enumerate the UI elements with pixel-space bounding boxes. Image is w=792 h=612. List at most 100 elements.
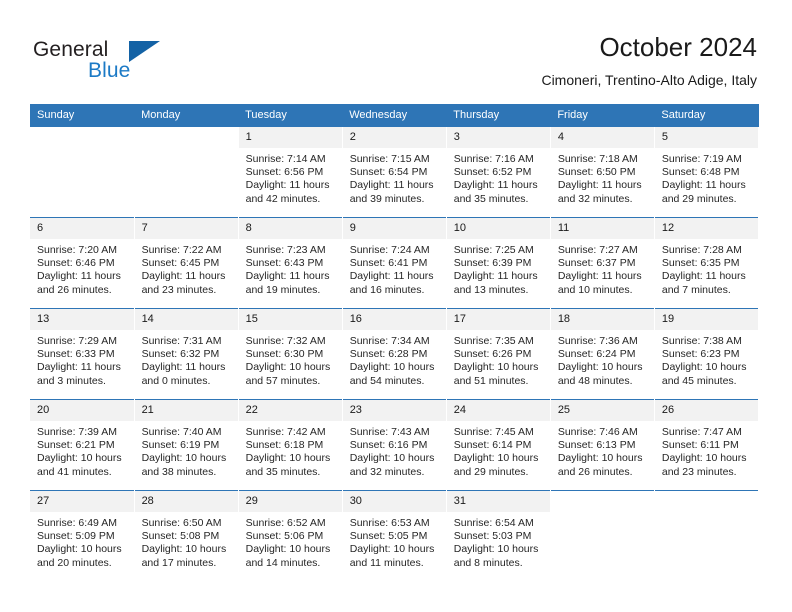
sunrise-text: Sunrise: 7:34 AM <box>349 335 430 347</box>
day-number: 14 <box>134 309 238 330</box>
calendar-day-cell[interactable]: 8 Sunrise: 7:23 AM Sunset: 6:43 PM Daylight… <box>238 217 343 309</box>
sunrise-text: Sunrise: 6:53 AM <box>349 517 430 529</box>
calendar-day-cell[interactable]: 15 Sunrise: 7:32 AM Sunset: 6:30 PM Dayligh… <box>238 308 343 400</box>
calendar-body: 1 Sunrise: 7:14 AM Sunset: 6:56 PM Daylight… <box>30 127 760 581</box>
day-cell-inner: 16 Sunrise: 7:34 AM Sunset: 6:28 PM Dayligh… <box>342 309 446 399</box>
daylight-text: Daylight: 10 hours <box>453 543 539 556</box>
daylight-text: and 23 minutes. <box>141 283 217 296</box>
calendar-day-cell[interactable]: 11 Sunrise: 7:27 AM Sunset: 6:37 PM Dayligh… <box>550 217 655 309</box>
day-details: Sunrise: 6:50 AM Sunset: 5:08 PM Daylight:… <box>135 512 238 570</box>
sunset-text: Sunset: 6:33 PM <box>37 348 115 361</box>
daylight-text: and 41 minutes. <box>37 465 112 478</box>
day-number: 19 <box>654 309 758 330</box>
day-details: Sunrise: 7:31 AM Sunset: 6:32 PM Daylight:… <box>135 330 238 388</box>
calendar-day-cell[interactable]: 6 Sunrise: 7:20 AM Sunset: 6:46 PM Daylight… <box>30 217 135 309</box>
daylight-text: and 39 minutes. <box>349 192 425 205</box>
day-number: 6 <box>30 218 134 239</box>
day-details: Sunrise: 7:27 AM Sunset: 6:37 PM Daylight:… <box>551 239 654 297</box>
daylight-text: Daylight: 10 hours <box>557 452 643 465</box>
calendar-day-cell[interactable]: 12 Sunrise: 7:28 AM Sunset: 6:35 PM Dayligh… <box>654 217 760 309</box>
day-number: 18 <box>550 309 654 330</box>
day-cell-inner: 9 Sunrise: 7:24 AM Sunset: 6:41 PM Daylight… <box>342 218 446 308</box>
daylight-text: Daylight: 11 hours <box>245 270 330 283</box>
daylight-text: and 17 minutes. <box>141 556 217 569</box>
day-cell-inner: 19 Sunrise: 7:38 AM Sunset: 6:23 PM Dayligh… <box>654 309 758 399</box>
calendar-day-cell[interactable]: 20 Sunrise: 7:39 AM Sunset: 6:21 PM Dayligh… <box>30 399 135 491</box>
calendar-day-cell[interactable]: 19 Sunrise: 7:38 AM Sunset: 6:23 PM Dayligh… <box>654 308 760 400</box>
daylight-text: and 3 minutes. <box>37 374 106 387</box>
calendar-day-cell[interactable]: 24 Sunrise: 7:45 AM Sunset: 6:14 PM Dayligh… <box>446 399 551 491</box>
sunrise-text: Sunrise: 6:49 AM <box>37 517 117 529</box>
daylight-text: Daylight: 11 hours <box>37 361 121 374</box>
day-cell-inner: 8 Sunrise: 7:23 AM Sunset: 6:43 PM Daylight… <box>238 218 342 308</box>
sunrise-text: Sunrise: 7:43 AM <box>349 426 430 438</box>
calendar-week-row: 20 Sunrise: 7:39 AM Sunset: 6:21 PM Dayligh… <box>30 399 760 491</box>
calendar-day-cell[interactable]: 16 Sunrise: 7:34 AM Sunset: 6:28 PM Dayligh… <box>342 308 447 400</box>
daylight-text: Daylight: 10 hours <box>661 361 747 374</box>
calendar-day-cell[interactable]: 14 Sunrise: 7:31 AM Sunset: 6:32 PM Dayligh… <box>134 308 239 400</box>
sunrise-text: Sunrise: 7:16 AM <box>453 153 534 165</box>
daylight-text: Daylight: 11 hours <box>349 270 434 283</box>
sunrise-text: Sunrise: 7:22 AM <box>141 244 222 256</box>
daylight-text: and 29 minutes. <box>661 192 737 205</box>
calendar-cell-empty <box>550 490 655 581</box>
calendar-day-cell[interactable]: 13 Sunrise: 7:29 AM Sunset: 6:33 PM Dayligh… <box>30 308 135 400</box>
daylight-text: Daylight: 10 hours <box>37 452 122 465</box>
day-details: Sunrise: 7:16 AM Sunset: 6:52 PM Daylight:… <box>447 148 550 206</box>
daylight-text: Daylight: 11 hours <box>557 179 642 192</box>
daylight-text: Daylight: 10 hours <box>349 543 435 556</box>
sunrise-text: Sunrise: 7:45 AM <box>453 426 534 438</box>
day-number: 25 <box>550 400 654 421</box>
calendar-day-cell[interactable]: 28 Sunrise: 6:50 AM Sunset: 5:08 PM Dayligh… <box>134 490 239 581</box>
calendar-day-cell[interactable]: 29 Sunrise: 6:52 AM Sunset: 5:06 PM Dayligh… <box>238 490 343 581</box>
calendar-day-cell[interactable]: 26 Sunrise: 7:47 AM Sunset: 6:11 PM Dayligh… <box>654 399 760 491</box>
day-cell-inner: 23 Sunrise: 7:43 AM Sunset: 6:16 PM Dayligh… <box>342 400 446 490</box>
day-number: 28 <box>134 491 238 512</box>
day-details: Sunrise: 7:15 AM Sunset: 6:54 PM Daylight:… <box>343 148 446 206</box>
daylight-text: Daylight: 10 hours <box>453 361 539 374</box>
day-details: Sunrise: 6:53 AM Sunset: 5:05 PM Daylight:… <box>343 512 446 570</box>
calendar-day-cell[interactable]: 2 Sunrise: 7:15 AM Sunset: 6:54 PM Daylight… <box>342 127 447 218</box>
calendar-day-cell[interactable]: 17 Sunrise: 7:35 AM Sunset: 6:26 PM Dayligh… <box>446 308 551 400</box>
sunrise-text: Sunrise: 7:15 AM <box>349 153 430 165</box>
sunset-text: Sunset: 6:39 PM <box>453 257 532 270</box>
day-number: 10 <box>446 218 550 239</box>
calendar-day-cell[interactable]: 31 Sunrise: 6:54 AM Sunset: 5:03 PM Dayligh… <box>446 490 551 581</box>
calendar-day-cell[interactable]: 3 Sunrise: 7:16 AM Sunset: 6:52 PM Daylight… <box>446 127 551 218</box>
day-cell-inner: 22 Sunrise: 7:42 AM Sunset: 6:18 PM Dayligh… <box>238 400 342 490</box>
calendar-week-row: 1 Sunrise: 7:14 AM Sunset: 6:56 PM Daylight… <box>30 127 760 218</box>
calendar-day-cell[interactable]: 9 Sunrise: 7:24 AM Sunset: 6:41 PM Daylight… <box>342 217 447 309</box>
page-header: General Blue October 2024 Cimoneri, Tren… <box>0 0 792 100</box>
calendar-day-cell[interactable]: 4 Sunrise: 7:18 AM Sunset: 6:50 PM Daylight… <box>550 127 655 218</box>
daylight-text: and 35 minutes. <box>453 192 529 205</box>
day-cell-inner: 11 Sunrise: 7:27 AM Sunset: 6:37 PM Dayligh… <box>550 218 654 308</box>
sunrise-text: Sunrise: 7:20 AM <box>37 244 117 256</box>
day-cell-inner: 3 Sunrise: 7:16 AM Sunset: 6:52 PM Daylight… <box>446 127 550 217</box>
daylight-text: Daylight: 11 hours <box>557 270 642 283</box>
daylight-text: Daylight: 10 hours <box>141 452 227 465</box>
general-blue-logo[interactable]: General Blue <box>33 38 213 84</box>
calendar-day-cell[interactable]: 10 Sunrise: 7:25 AM Sunset: 6:39 PM Dayligh… <box>446 217 551 309</box>
calendar-day-cell[interactable]: 18 Sunrise: 7:36 AM Sunset: 6:24 PM Dayligh… <box>550 308 655 400</box>
calendar-day-cell[interactable]: 27 Sunrise: 6:49 AM Sunset: 5:09 PM Dayligh… <box>30 490 135 581</box>
calendar-day-cell[interactable]: 1 Sunrise: 7:14 AM Sunset: 6:56 PM Daylight… <box>238 127 343 218</box>
day-details: Sunrise: 7:39 AM Sunset: 6:21 PM Daylight:… <box>30 421 134 479</box>
day-details: Sunrise: 7:35 AM Sunset: 6:26 PM Daylight:… <box>447 330 550 388</box>
daylight-text: Daylight: 11 hours <box>661 270 746 283</box>
sunset-text: Sunset: 5:09 PM <box>37 530 115 543</box>
calendar-day-cell[interactable]: 25 Sunrise: 7:46 AM Sunset: 6:13 PM Dayligh… <box>550 399 655 491</box>
calendar-day-cell[interactable]: 22 Sunrise: 7:42 AM Sunset: 6:18 PM Dayligh… <box>238 399 343 491</box>
calendar-day-cell[interactable]: 5 Sunrise: 7:19 AM Sunset: 6:48 PM Daylight… <box>654 127 760 218</box>
calendar-day-cell[interactable]: 7 Sunrise: 7:22 AM Sunset: 6:45 PM Daylight… <box>134 217 239 309</box>
calendar-day-cell[interactable]: 23 Sunrise: 7:43 AM Sunset: 6:16 PM Dayligh… <box>342 399 447 491</box>
calendar-day-cell[interactable]: 30 Sunrise: 6:53 AM Sunset: 5:05 PM Dayligh… <box>342 490 447 581</box>
daylight-text: Daylight: 10 hours <box>245 452 331 465</box>
sunset-text: Sunset: 6:26 PM <box>453 348 532 361</box>
day-details: Sunrise: 7:18 AM Sunset: 6:50 PM Daylight:… <box>551 148 654 206</box>
calendar-day-cell[interactable]: 21 Sunrise: 7:40 AM Sunset: 6:19 PM Dayligh… <box>134 399 239 491</box>
calendar-page: General Blue October 2024 Cimoneri, Tren… <box>0 0 792 612</box>
daylight-text: and 26 minutes. <box>37 283 112 296</box>
weekday-header-tuesday: Tuesday <box>238 104 343 127</box>
sunset-text: Sunset: 6:37 PM <box>557 257 636 270</box>
sunrise-text: Sunrise: 7:23 AM <box>245 244 326 256</box>
